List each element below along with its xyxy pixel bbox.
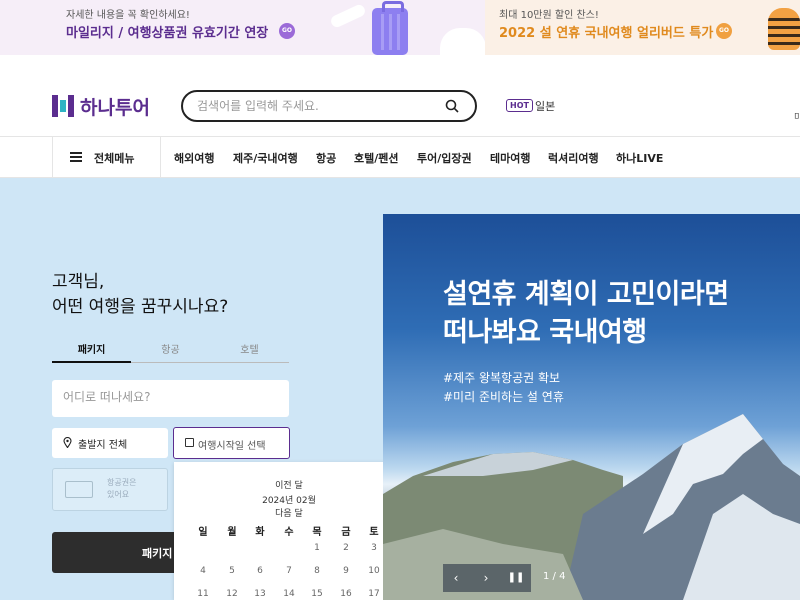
promo-title-line2: 떠나봐요 국내여행: [443, 317, 647, 348]
weekday-label: 금: [341, 527, 351, 538]
hot-badge: HOT: [506, 99, 533, 112]
start-date-placeholder: 여행시작일 선택: [198, 441, 266, 452]
search-input[interactable]: [197, 97, 437, 115]
tiger-icon: [768, 8, 800, 50]
airplane-icon: [329, 2, 367, 30]
go-icon: GO: [716, 23, 732, 39]
prev-slide-icon[interactable]: ‹: [445, 570, 467, 586]
location-pin-icon: [63, 437, 72, 448]
next-slide-icon[interactable]: ›: [475, 570, 497, 586]
flight-ticket-icon: [65, 481, 93, 498]
hot-keyword-link[interactable]: 일본: [535, 98, 555, 114]
nav-item-jeju-domestic[interactable]: 제주/국내여행: [233, 150, 298, 166]
tab-hotel[interactable]: 호텔: [210, 341, 289, 356]
banner-earlybird[interactable]: 최대 10만원 할인 찬스! 2022 설 연휴 국내여행 얼리버드 특가 GO: [485, 0, 800, 55]
logo-text[interactable]: 하나투어: [80, 93, 150, 120]
calendar-day[interactable]: 2: [336, 543, 356, 553]
calendar-day[interactable]: 13: [250, 589, 270, 599]
departure-value: 출발지 전체: [78, 440, 128, 451]
promo-title: 설연휴 계획이 고민이라면 떠나봐요 국내여행: [443, 276, 729, 352]
weekday-label: 화: [255, 527, 265, 538]
banner-earlybird-title: 2022 설 연휴 국내여행 얼리버드 특가: [499, 26, 714, 41]
has-flight-ticket-label: 항공권은 있어요: [107, 477, 157, 501]
promo-slide[interactable]: 설연휴 계획이 고민이라면 떠나봐요 국내여행 #제주 왕복항공권 확보 #미리…: [383, 214, 800, 600]
nav-item-hotel-pension[interactable]: 호텔/펜션: [354, 150, 399, 166]
calendar-day[interactable]: 6: [250, 566, 270, 576]
calendar-prev-month[interactable]: 이전 달: [174, 478, 404, 491]
go-icon: GO: [279, 23, 295, 39]
calendar-day[interactable]: 8: [307, 566, 327, 576]
calendar-day[interactable]: 7: [279, 566, 299, 576]
calendar-day[interactable]: 10: [364, 566, 384, 576]
ticket-line1: 항공권은: [107, 478, 137, 487]
calendar-icon: [185, 438, 194, 447]
calendar-day[interactable]: 11: [193, 589, 213, 599]
banner-mileage[interactable]: 자세한 내용을 꼭 확인하세요! 마일리지 / 여행상품권 유효기간 연장 GO: [0, 0, 486, 55]
all-menu-label: 전체메뉴: [94, 152, 135, 165]
tab-flight[interactable]: 항공: [131, 341, 210, 356]
nav-item-luxury[interactable]: 럭셔리여행: [548, 150, 599, 166]
search-icon[interactable]: [445, 99, 459, 113]
calendar-day[interactable]: 1: [307, 543, 327, 553]
pause-icon[interactable]: ❚❚: [505, 570, 527, 586]
cloud-icon: [440, 28, 486, 55]
calendar-day[interactable]: 16: [336, 589, 356, 599]
tab-package[interactable]: 패키지: [52, 341, 131, 356]
active-tab-indicator: [52, 361, 131, 363]
promo-title-line1: 설연휴 계획이 고민이라면: [443, 279, 729, 310]
suitcase-icon: [372, 1, 408, 55]
banner-mileage-title: 마일리지 / 여행상품권 유효기간 연장: [66, 26, 269, 41]
has-flight-ticket-toggle[interactable]: 항공권은 있어요: [52, 468, 168, 511]
mountain-image: [383, 414, 800, 600]
weekday-label: 월: [227, 527, 237, 538]
logo-mark-icon[interactable]: [52, 95, 74, 117]
calendar-day[interactable]: 17: [364, 589, 384, 599]
weekday-label: 수: [284, 527, 294, 538]
all-menu-button[interactable]: 전체메뉴: [52, 137, 161, 178]
calendar-popup: 이전 달 2024년 02월 다음 달 일 월 화 수 목 금 토 1 2 3 …: [174, 462, 404, 600]
banner-mileage-subtitle: 자세한 내용을 꼭 확인하세요!: [66, 10, 190, 21]
destination-field[interactable]: [52, 380, 289, 417]
departure-select[interactable]: 출발지 전체: [52, 428, 168, 458]
calendar-day[interactable]: 15: [307, 589, 327, 599]
weekday-label: 목: [312, 527, 322, 538]
search-tabs: 패키지 항공 호텔: [52, 336, 289, 363]
nav-item-flight[interactable]: 항공: [316, 150, 336, 166]
calendar-day[interactable]: 4: [193, 566, 213, 576]
calendar-day[interactable]: 3: [364, 543, 384, 553]
destination-input[interactable]: [63, 390, 273, 404]
banner-earlybird-subtitle: 최대 10만원 할인 찬스!: [499, 10, 599, 21]
top-banner-row: 자세한 내용을 꼭 확인하세요! 마일리지 / 여행상품권 유효기간 연장 GO…: [0, 0, 800, 55]
nav-item-tour-ticket[interactable]: 투어/입장권: [417, 150, 472, 166]
weekday-label: 일: [198, 527, 208, 538]
greeting-line2: 어떤 여행을 꿈꾸시나요?: [52, 297, 229, 317]
calendar-day[interactable]: 9: [336, 566, 356, 576]
greeting: 고객님, 어떤 여행을 꿈꾸시나요?: [52, 270, 228, 320]
ticket-line2: 있어요: [107, 490, 130, 499]
nav-item-theme[interactable]: 테마여행: [490, 150, 530, 166]
calendar-day[interactable]: 12: [222, 589, 242, 599]
hamburger-icon: [70, 152, 82, 162]
nav-item-overseas[interactable]: 해외여행: [174, 150, 214, 166]
promo-tag: #미리 준비하는 설 연휴: [443, 390, 564, 404]
calendar-day[interactable]: 5: [222, 566, 242, 576]
header-edge-text[interactable]: 미: [794, 110, 800, 123]
greeting-line1: 고객님,: [52, 272, 105, 292]
calendar-next-month[interactable]: 다음 달: [174, 506, 404, 519]
slider-controls: ‹ › ❚❚: [443, 564, 531, 592]
slide-pager: 1 / 4: [543, 571, 566, 582]
calendar-day[interactable]: 14: [279, 589, 299, 599]
calendar-month-title: 2024년 02월: [262, 496, 316, 506]
search-bar[interactable]: [181, 90, 477, 122]
start-date-field[interactable]: 여행시작일 선택: [173, 427, 290, 459]
weekday-label: 토: [369, 527, 379, 538]
nav-item-hana-live[interactable]: 하나LIVE: [616, 150, 663, 166]
main-nav: 전체메뉴 해외여행 제주/국내여행 항공 호텔/펜션 투어/입장권 테마여행 럭…: [0, 136, 800, 178]
promo-tag: #제주 왕복항공권 확보: [443, 371, 561, 385]
